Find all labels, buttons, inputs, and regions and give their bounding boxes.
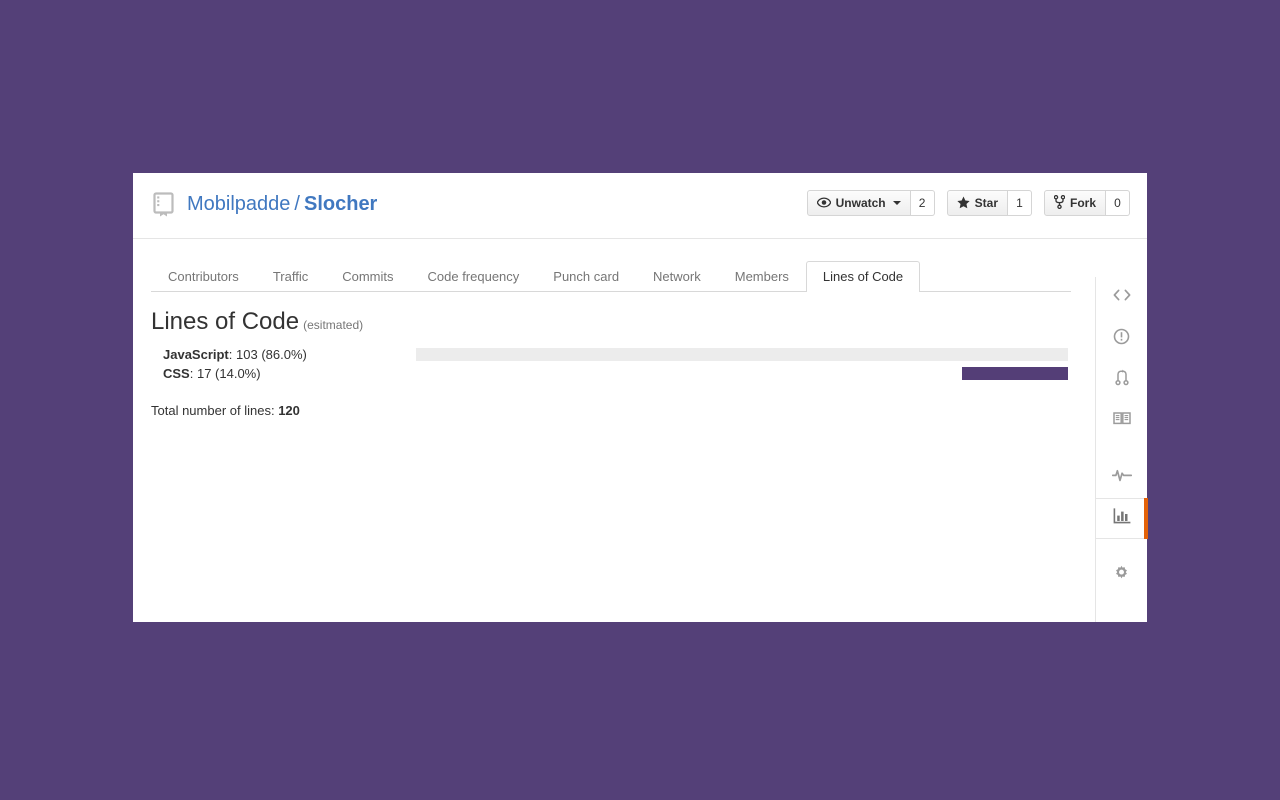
language-name: CSS — [163, 366, 190, 381]
tab-underline — [151, 291, 1071, 292]
total-lines-value: 120 — [278, 403, 300, 418]
book-icon — [1112, 411, 1131, 431]
gear-icon — [1113, 565, 1130, 587]
eye-icon — [816, 196, 831, 210]
repo-forked-icon — [1053, 194, 1066, 211]
pulse-icon — [1111, 468, 1132, 487]
star-button[interactable]: Star — [946, 190, 1008, 216]
language-name: JavaScript — [163, 347, 229, 362]
fork-button-label: Fork — [1069, 196, 1096, 210]
fork-button-group: Fork 0 — [1043, 190, 1130, 216]
repository-separator: / — [294, 193, 300, 215]
tab-punch-card[interactable]: Punch card — [536, 261, 636, 292]
watchers-count[interactable]: 2 — [910, 190, 935, 216]
sidebar-item-pull-requests[interactable] — [1096, 359, 1147, 400]
page-title-text: Lines of Code — [151, 308, 300, 335]
tab-traffic[interactable]: Traffic — [256, 261, 325, 292]
repository-name-link[interactable]: Slocher — [304, 192, 377, 216]
repository-owner-link[interactable]: Mobilpadde — [187, 192, 290, 216]
forks-count[interactable]: 0 — [1106, 190, 1130, 216]
tab-members[interactable]: Members — [718, 261, 806, 292]
sidebar-item-issues[interactable] — [1096, 318, 1147, 359]
unwatch-button-group: Unwatch 2 — [806, 190, 935, 216]
code-icon — [1113, 288, 1131, 307]
fork-button[interactable]: Fork — [1043, 190, 1106, 216]
issue-opened-icon — [1113, 328, 1130, 350]
total-lines-label: Total number of lines: — [151, 403, 275, 418]
sidebar-item-pulse[interactable] — [1096, 457, 1147, 498]
sidebar-item-wiki[interactable] — [1096, 400, 1147, 441]
language-label-colon: : — [228, 347, 233, 362]
git-pull-request-icon — [1114, 369, 1129, 391]
chevron-down-icon — [892, 201, 901, 205]
star-button-label: Star — [974, 196, 998, 210]
language-breakdown-chart: JavaScript: 103 (86.0%) CSS: 17 (14.0%) — [151, 345, 1086, 383]
unwatch-button[interactable]: Unwatch — [806, 190, 911, 216]
active-indicator — [1144, 498, 1148, 539]
lines-of-code-panel: Lines of Code (esitmated) JavaScript: 103… — [151, 308, 1086, 420]
repository-sidebar — [1095, 277, 1148, 622]
stargazers-count[interactable]: 1 — [1007, 190, 1032, 216]
total-lines-summary: Total number of lines: 120 — [151, 401, 1086, 420]
tab-network[interactable]: Network — [636, 261, 718, 292]
sidebar-divider-gap — [1096, 539, 1147, 555]
graph-icon — [1113, 507, 1131, 530]
star-icon — [957, 196, 970, 211]
language-label-colon: : — [189, 366, 194, 381]
language-bar-css — [961, 367, 1068, 380]
language-row: JavaScript: 103 (86.0%) — [151, 345, 1086, 364]
sidebar-item-graphs[interactable] — [1096, 498, 1148, 539]
tab-code-frequency[interactable]: Code frequency — [411, 261, 537, 292]
language-bar-track — [416, 348, 1068, 361]
page-title: Lines of Code (esitmated) — [151, 308, 1086, 339]
tab-contributors[interactable]: Contributors — [151, 261, 256, 292]
sidebar-divider-gap — [1096, 441, 1147, 457]
language-row: CSS: 17 (14.0%) — [151, 364, 1086, 383]
language-bar-javascript — [416, 348, 1068, 361]
sidebar-item-settings[interactable] — [1096, 555, 1147, 596]
language-value: 103 (86.0%) — [236, 347, 307, 362]
language-label: CSS: 17 (14.0%) — [163, 364, 261, 383]
sidebar-item-code[interactable] — [1096, 277, 1147, 318]
repository-breadcrumb: Mobilpadde / Slocher — [151, 189, 377, 219]
unwatch-button-label: Unwatch — [835, 196, 886, 210]
graphs-tab-navigation: Contributors Traffic Commits Code freque… — [133, 239, 1147, 292]
page-title-subtext: (esitmated) — [303, 318, 364, 332]
tab-list: Contributors Traffic Commits Code freque… — [151, 260, 921, 292]
repo-icon — [151, 191, 177, 217]
tab-lines-of-code[interactable]: Lines of Code — [805, 261, 921, 292]
star-button-group: Star 1 — [946, 190, 1032, 216]
language-value: 17 (14.0%) — [196, 366, 261, 381]
language-label: JavaScript: 103 (86.0%) — [163, 345, 307, 364]
language-bar-track — [416, 367, 1068, 380]
repository-header: Mobilpadde / Slocher Unwatch 2 Star 1 Fo… — [133, 173, 1147, 239]
tab-commits[interactable]: Commits — [325, 261, 410, 292]
repository-page-card: Mobilpadde / Slocher Unwatch 2 Star 1 Fo… — [133, 173, 1148, 622]
repository-actions: Unwatch 2 Star 1 Fork 0 — [806, 190, 1130, 216]
